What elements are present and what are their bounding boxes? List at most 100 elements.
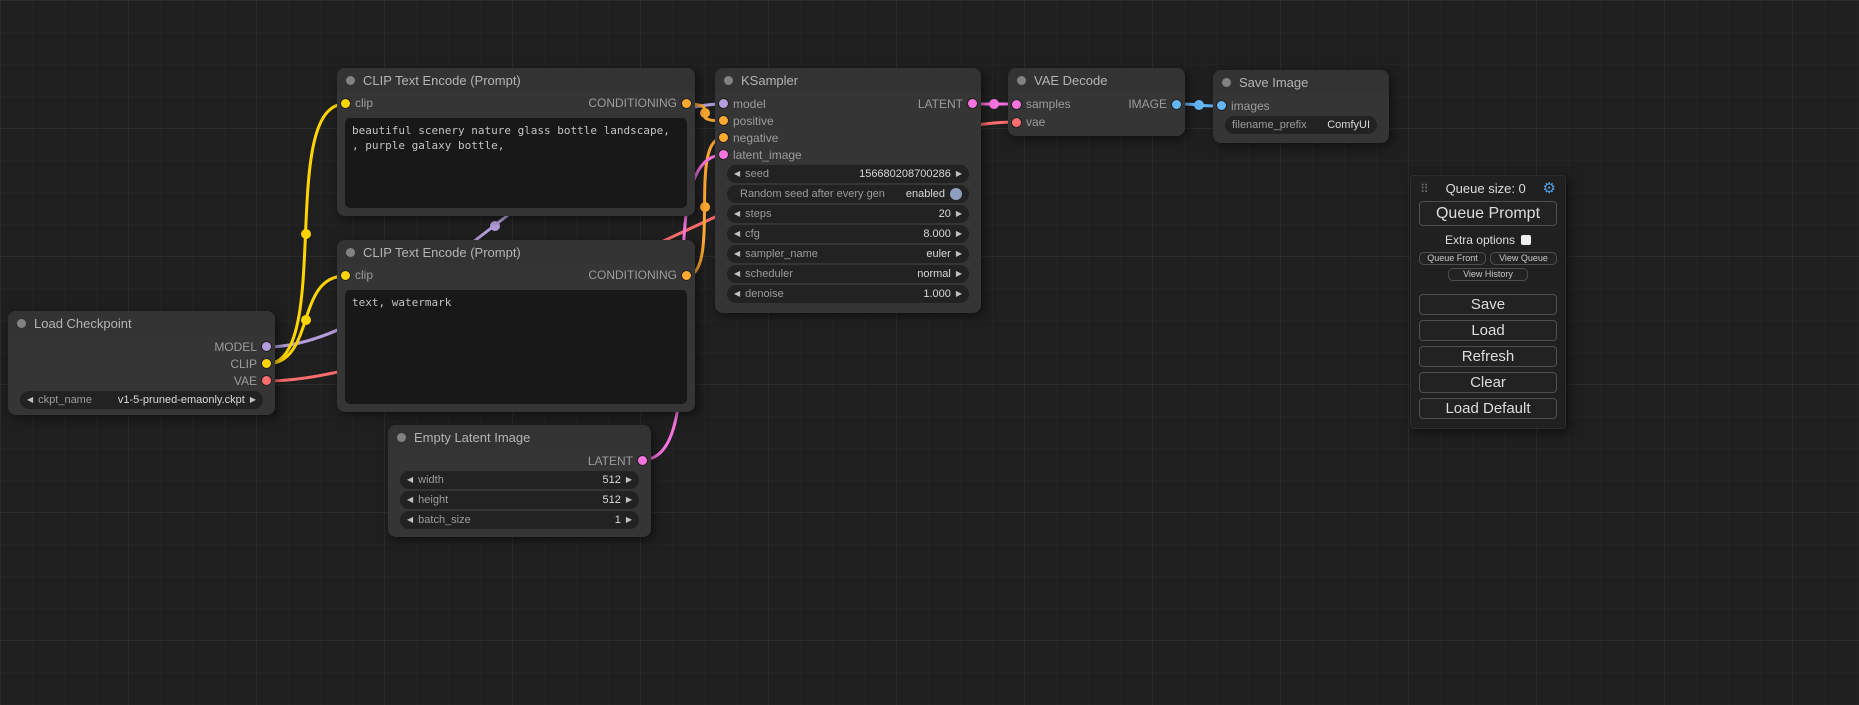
load-button[interactable]: Load bbox=[1419, 320, 1557, 341]
settings-gear-icon[interactable]: ⚙ bbox=[1543, 181, 1556, 196]
seed-widget[interactable]: ◀ seed 156680208700286 ▶ bbox=[727, 165, 969, 183]
slot-latent-output[interactable]: LATENT bbox=[588, 454, 647, 468]
negative-prompt-textarea[interactable]: text, watermark bbox=[345, 290, 687, 404]
collapse-dot-icon[interactable] bbox=[17, 319, 26, 328]
model-slot-dot-icon[interactable] bbox=[262, 342, 271, 351]
sampler-name-widget[interactable]: ◀ sampler_name euler ▶ bbox=[727, 245, 969, 263]
node-clip-text-encode-negative[interactable]: CLIP Text Encode (Prompt) clip CONDITION… bbox=[337, 240, 695, 412]
increment-arrow-icon[interactable]: ▶ bbox=[956, 250, 962, 258]
node-ksampler[interactable]: KSampler model LATENT positive bbox=[715, 68, 981, 313]
increment-arrow-icon[interactable]: ▶ bbox=[626, 476, 632, 484]
decrement-arrow-icon[interactable]: ◀ bbox=[734, 170, 740, 178]
ckpt-name-widget[interactable]: ◀ ckpt_name v1-5-pruned-emaonly.ckpt ▶ bbox=[20, 391, 263, 409]
comfy-menu-panel[interactable]: ⠿ Queue size: 0 ⚙ Queue Prompt Extra opt… bbox=[1410, 175, 1566, 429]
increment-arrow-icon[interactable]: ▶ bbox=[956, 230, 962, 238]
node-load-checkpoint[interactable]: Load Checkpoint MODEL CLIP VAE bbox=[8, 311, 275, 415]
node-title-bar[interactable]: Save Image bbox=[1213, 70, 1389, 94]
batch-size-widget[interactable]: ◀ batch_size 1 ▶ bbox=[400, 511, 639, 529]
slot-conditioning-output[interactable]: CONDITIONING bbox=[588, 268, 691, 282]
latent-slot-dot-icon[interactable] bbox=[968, 99, 977, 108]
clip-slot-dot-icon[interactable] bbox=[341, 99, 350, 108]
latent-slot-dot-icon[interactable] bbox=[1012, 100, 1021, 109]
slot-latent-image-input[interactable]: latent_image bbox=[719, 148, 802, 162]
slot-image-output[interactable]: IMAGE bbox=[1128, 97, 1181, 111]
steps-widget[interactable]: ◀ steps 20 ▶ bbox=[727, 205, 969, 223]
width-widget[interactable]: ◀ width 512 ▶ bbox=[400, 471, 639, 489]
image-slot-dot-icon[interactable] bbox=[1172, 100, 1181, 109]
drag-handle-icon[interactable]: ⠿ bbox=[1420, 183, 1429, 195]
node-title-bar[interactable]: CLIP Text Encode (Prompt) bbox=[337, 68, 695, 92]
slot-conditioning-output[interactable]: CONDITIONING bbox=[588, 96, 691, 110]
clip-slot-dot-icon[interactable] bbox=[341, 271, 350, 280]
cfg-widget[interactable]: ◀ cfg 8.000 ▶ bbox=[727, 225, 969, 243]
slot-model-input[interactable]: model bbox=[719, 97, 766, 111]
increment-arrow-icon[interactable]: ▶ bbox=[956, 290, 962, 298]
collapse-dot-icon[interactable] bbox=[1222, 78, 1231, 87]
increment-arrow-icon[interactable]: ▶ bbox=[956, 170, 962, 178]
node-title-bar[interactable]: Load Checkpoint bbox=[8, 311, 275, 335]
conditioning-slot-dot-icon[interactable] bbox=[682, 271, 691, 280]
decrement-arrow-icon[interactable]: ◀ bbox=[407, 516, 413, 524]
decrement-arrow-icon[interactable]: ◀ bbox=[407, 476, 413, 484]
node-title-bar[interactable]: Empty Latent Image bbox=[388, 425, 651, 449]
slot-images-input[interactable]: images bbox=[1217, 99, 1270, 113]
decrement-arrow-icon[interactable]: ◀ bbox=[734, 270, 740, 278]
collapse-dot-icon[interactable] bbox=[346, 248, 355, 257]
slot-clip-output[interactable]: CLIP bbox=[230, 357, 271, 371]
slot-negative-input[interactable]: negative bbox=[719, 131, 778, 145]
node-clip-text-encode-positive[interactable]: CLIP Text Encode (Prompt) clip CONDITION… bbox=[337, 68, 695, 216]
node-vae-decode[interactable]: VAE Decode samples IMAGE vae bbox=[1008, 68, 1185, 136]
decrement-arrow-icon[interactable]: ◀ bbox=[407, 496, 413, 504]
random-seed-toggle-widget[interactable]: Random seed after every gen enabled bbox=[727, 185, 969, 203]
extra-options-checkbox[interactable] bbox=[1521, 235, 1531, 245]
conditioning-slot-dot-icon[interactable] bbox=[719, 116, 728, 125]
node-empty-latent-image[interactable]: Empty Latent Image LATENT ◀ width 512 ▶ … bbox=[388, 425, 651, 537]
node-title-bar[interactable]: CLIP Text Encode (Prompt) bbox=[337, 240, 695, 264]
slot-vae-input[interactable]: vae bbox=[1012, 115, 1045, 129]
decrement-arrow-icon[interactable]: ◀ bbox=[734, 250, 740, 258]
node-graph-canvas[interactable]: Load Checkpoint MODEL CLIP VAE bbox=[0, 0, 1859, 705]
collapse-dot-icon[interactable] bbox=[346, 76, 355, 85]
clip-slot-dot-icon[interactable] bbox=[262, 359, 271, 368]
queue-prompt-button[interactable]: Queue Prompt bbox=[1419, 201, 1557, 226]
collapse-dot-icon[interactable] bbox=[724, 76, 733, 85]
decrement-arrow-icon[interactable]: ◀ bbox=[27, 396, 33, 404]
filename-prefix-widget[interactable]: filename_prefix ComfyUI bbox=[1225, 116, 1377, 134]
slot-latent-output[interactable]: LATENT bbox=[918, 97, 977, 111]
decrement-arrow-icon[interactable]: ◀ bbox=[734, 290, 740, 298]
queue-front-button[interactable]: Queue Front bbox=[1419, 252, 1486, 265]
node-save-image[interactable]: Save Image images filename_prefix ComfyU… bbox=[1213, 70, 1389, 143]
slot-clip-input[interactable]: clip bbox=[341, 268, 373, 282]
increment-arrow-icon[interactable]: ▶ bbox=[626, 496, 632, 504]
decrement-arrow-icon[interactable]: ◀ bbox=[734, 210, 740, 218]
slot-positive-input[interactable]: positive bbox=[719, 114, 774, 128]
positive-prompt-textarea[interactable]: beautiful scenery nature glass bottle la… bbox=[345, 118, 687, 208]
decrement-arrow-icon[interactable]: ◀ bbox=[734, 230, 740, 238]
increment-arrow-icon[interactable]: ▶ bbox=[956, 270, 962, 278]
vae-slot-dot-icon[interactable] bbox=[262, 376, 271, 385]
denoise-widget[interactable]: ◀ denoise 1.000 ▶ bbox=[727, 285, 969, 303]
clear-button[interactable]: Clear bbox=[1419, 372, 1557, 393]
save-button[interactable]: Save bbox=[1419, 294, 1557, 315]
load-default-button[interactable]: Load Default bbox=[1419, 398, 1557, 419]
increment-arrow-icon[interactable]: ▶ bbox=[626, 516, 632, 524]
view-queue-button[interactable]: View Queue bbox=[1490, 252, 1557, 265]
height-widget[interactable]: ◀ height 512 ▶ bbox=[400, 491, 639, 509]
toggle-knob-icon[interactable] bbox=[950, 188, 962, 200]
slot-clip-input[interactable]: clip bbox=[341, 96, 373, 110]
image-slot-dot-icon[interactable] bbox=[1217, 101, 1226, 110]
collapse-dot-icon[interactable] bbox=[397, 433, 406, 442]
latent-slot-dot-icon[interactable] bbox=[719, 150, 728, 159]
scheduler-widget[interactable]: ◀ scheduler normal ▶ bbox=[727, 265, 969, 283]
vae-slot-dot-icon[interactable] bbox=[1012, 118, 1021, 127]
refresh-button[interactable]: Refresh bbox=[1419, 346, 1557, 367]
conditioning-slot-dot-icon[interactable] bbox=[682, 99, 691, 108]
increment-arrow-icon[interactable]: ▶ bbox=[250, 396, 256, 404]
node-title-bar[interactable]: VAE Decode bbox=[1008, 68, 1185, 92]
slot-model-output[interactable]: MODEL bbox=[214, 340, 271, 354]
slot-samples-input[interactable]: samples bbox=[1012, 97, 1071, 111]
latent-slot-dot-icon[interactable] bbox=[638, 456, 647, 465]
view-history-button[interactable]: View History bbox=[1448, 268, 1528, 281]
conditioning-slot-dot-icon[interactable] bbox=[719, 133, 728, 142]
node-title-bar[interactable]: KSampler bbox=[715, 68, 981, 92]
